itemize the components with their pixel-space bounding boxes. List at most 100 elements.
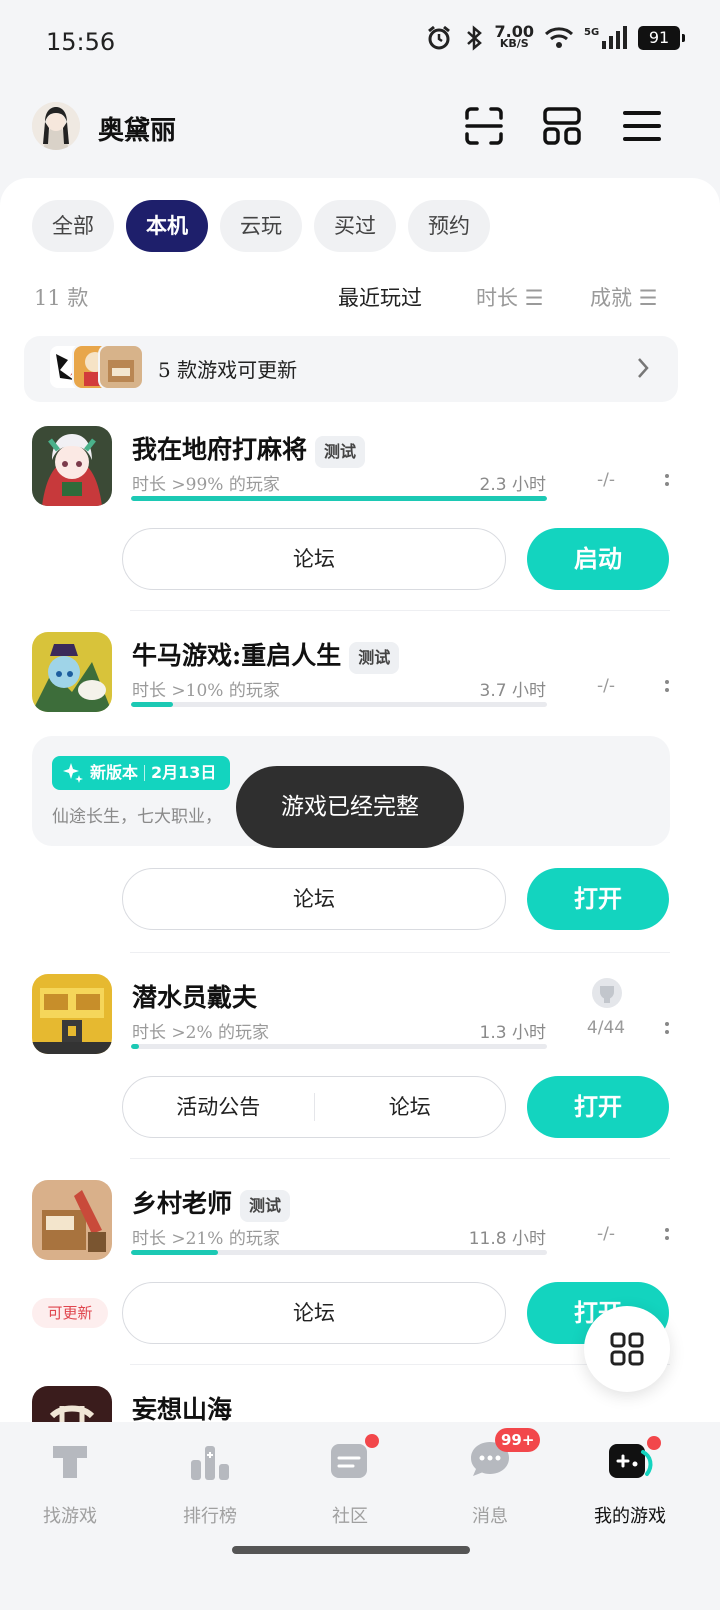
- achievement-count: -/-: [597, 470, 615, 490]
- bottom-navigation: 找游戏 排行榜 社区 99+ 消息 我的游戏: [0, 1422, 720, 1610]
- playtime-progress-fill: [131, 702, 173, 707]
- announcement-button[interactable]: 活动公告: [123, 1077, 314, 1137]
- update-game-icons: [48, 344, 144, 394]
- sort-recent-played[interactable]: 最近玩过: [338, 282, 422, 312]
- tab-all[interactable]: 全部: [32, 200, 114, 252]
- menu-icon: [623, 111, 661, 141]
- achievement-count: -/-: [597, 676, 615, 696]
- game-title[interactable]: 牛马游戏:重启人生 测试: [132, 636, 400, 674]
- playtime-rank: 时长 >21% 的玩家: [132, 1229, 280, 1249]
- game-icon[interactable]: [32, 1180, 112, 1260]
- nav-find-games[interactable]: 找游戏: [10, 1438, 130, 1528]
- open-button[interactable]: 打开: [527, 868, 669, 930]
- status-bar: 15:56 7.00 KB/S 5G 91: [0, 0, 720, 88]
- toast-message: 游戏已经完整: [236, 766, 464, 848]
- game-icon[interactable]: [32, 426, 112, 506]
- filter-tabs: 全部 本机 云玩 买过 预约: [32, 200, 490, 252]
- forum-button[interactable]: 论坛: [122, 1282, 506, 1344]
- playtime-progress-fill: [131, 1044, 140, 1049]
- battery-indicator: 91: [638, 26, 685, 50]
- forum-button[interactable]: 论坛: [315, 1077, 506, 1137]
- tab-reserved[interactable]: 预约: [408, 200, 490, 252]
- more-options-icon[interactable]: [660, 1224, 674, 1246]
- notification-dot: [365, 1434, 379, 1448]
- avatar[interactable]: [32, 102, 80, 150]
- playtime-hours: 3.7 小时: [479, 681, 546, 701]
- status-time: 15:56: [46, 28, 116, 56]
- playtime-progress-fill: [131, 496, 547, 501]
- game-title[interactable]: 妄想山海: [132, 1390, 232, 1426]
- menu-button[interactable]: [616, 100, 668, 152]
- game-title[interactable]: 我在地府打麻将 测试: [132, 430, 366, 468]
- home-indicator[interactable]: [232, 1546, 470, 1554]
- playtime-progress: [131, 1250, 547, 1255]
- notification-dot: [647, 1436, 661, 1450]
- more-options-icon[interactable]: [660, 676, 674, 698]
- nav-ranking[interactable]: 排行榜: [150, 1438, 270, 1528]
- message-count-badge: 99+: [495, 1428, 541, 1452]
- sort-duration[interactable]: 时长 ☰: [476, 282, 544, 312]
- apps-grid-icon: [610, 1332, 644, 1366]
- divider: [130, 1158, 670, 1159]
- nav-community[interactable]: 社区: [290, 1434, 410, 1528]
- nav-label: 社区: [332, 1506, 368, 1527]
- nav-my-games[interactable]: 我的游戏: [570, 1436, 690, 1528]
- playtime-hours: 11.8 小时: [468, 1229, 546, 1249]
- updatable-tag[interactable]: 可更新: [32, 1298, 108, 1328]
- achievement-count: 4/44: [586, 1018, 626, 1038]
- status-icons: 7.00 KB/S 5G 91: [425, 22, 685, 52]
- tab-purchased[interactable]: 买过: [314, 200, 396, 252]
- sort-row: 11 款 最近玩过 时长 ☰ 成就 ☰: [34, 282, 674, 318]
- layout-switch-button[interactable]: [536, 100, 588, 152]
- game-icon[interactable]: [32, 974, 112, 1054]
- nav-label: 排行榜: [183, 1506, 237, 1527]
- top-header: 奥黛丽: [0, 96, 720, 166]
- trophy-icon: [592, 978, 622, 1008]
- launch-button[interactable]: 启动: [527, 528, 669, 590]
- forum-button[interactable]: 论坛: [122, 868, 506, 930]
- new-version-badge: 新版本 2月13日: [52, 756, 231, 790]
- playtime-progress-fill: [131, 1250, 219, 1255]
- test-badge: 测试: [349, 641, 400, 674]
- game-icon[interactable]: [32, 632, 112, 712]
- forum-button[interactable]: 论坛: [122, 528, 506, 590]
- playtime-hours: 2.3 小时: [479, 475, 546, 495]
- nav-messages[interactable]: 99+ 消息: [430, 1428, 550, 1528]
- grid-layout-icon: [543, 107, 581, 145]
- nav-label: 找游戏: [43, 1506, 97, 1527]
- tab-cloud[interactable]: 云玩: [220, 200, 302, 252]
- update-text: 5 款游戏可更新: [158, 358, 298, 382]
- game-title[interactable]: 潜水员戴夫: [132, 978, 257, 1014]
- svg-text:5G: 5G: [584, 27, 599, 38]
- playtime-progress: [131, 1044, 547, 1049]
- game-count: 11 款: [34, 286, 89, 310]
- net-speed: 7.00 KB/S: [494, 22, 534, 50]
- ranking-icon: [191, 1446, 229, 1480]
- achievement-count: -/-: [597, 1224, 615, 1244]
- nav-label: 我的游戏: [594, 1506, 666, 1527]
- tab-local[interactable]: 本机: [126, 200, 208, 252]
- game-title[interactable]: 乡村老师 测试: [132, 1184, 291, 1222]
- sparkle-icon: [63, 763, 83, 783]
- more-options-icon[interactable]: [660, 1018, 674, 1040]
- open-button[interactable]: 打开: [527, 1076, 669, 1138]
- more-options-icon[interactable]: [660, 470, 674, 492]
- playtime-rank: 时长 >99% 的玩家: [132, 475, 280, 495]
- user-name[interactable]: 奥黛丽: [98, 110, 176, 147]
- alarm-icon: [427, 25, 450, 50]
- scan-icon: [465, 107, 503, 145]
- divider: [130, 610, 670, 611]
- playtime-hours: 1.3 小时: [479, 1023, 546, 1043]
- wifi-icon: [544, 27, 574, 48]
- divider: [130, 952, 670, 953]
- news-text: 仙途长生，七大职业，: [52, 807, 222, 827]
- floating-grid-button[interactable]: [584, 1306, 670, 1392]
- cellular-5g-icon: 5G: [584, 26, 627, 49]
- announcement-forum-buttons: 活动公告 论坛: [122, 1076, 506, 1138]
- scan-button[interactable]: [458, 100, 510, 152]
- sort-achievement[interactable]: 成就 ☰: [590, 282, 658, 312]
- bluetooth-icon: [466, 25, 482, 51]
- updates-available-bar[interactable]: 5 款游戏可更新: [24, 336, 678, 402]
- find-game-icon: [53, 1446, 87, 1478]
- playtime-rank: 时长 >10% 的玩家: [132, 681, 280, 701]
